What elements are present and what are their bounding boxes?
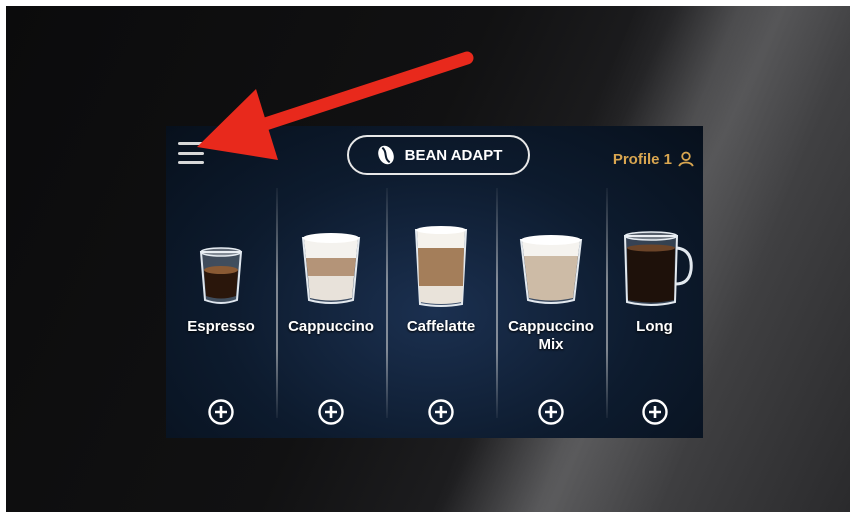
drink-item-cappuccino[interactable]: Cappuccino — [276, 188, 386, 438]
drink-item-long[interactable]: Long — [606, 188, 703, 438]
drink-item-caffelatte[interactable]: Caffelatte — [386, 188, 496, 438]
caffelatte-glass-icon — [414, 226, 468, 307]
bean-adapt-label: BEAN ADAPT — [404, 146, 503, 164]
long-coffee-mug-icon — [623, 231, 693, 306]
menu-line — [178, 161, 204, 164]
photo-background: BEAN ADAPT Profile 1 Espresso Cappuccino… — [6, 6, 850, 512]
espresso-cup-icon — [199, 247, 243, 304]
hamburger-menu-icon[interactable] — [178, 142, 204, 164]
drink-label: Caffelatte — [406, 318, 476, 335]
plus-circle-icon[interactable] — [641, 398, 669, 426]
cappuccino-mix-cup-icon — [519, 235, 583, 304]
drink-label: Cappuccino Mix — [508, 318, 594, 353]
plus-circle-icon[interactable] — [427, 398, 455, 426]
bean-adapt-button[interactable]: BEAN ADAPT — [347, 135, 530, 175]
cappuccino-cup-icon — [301, 233, 361, 304]
column-divider — [606, 188, 608, 418]
profile-selector[interactable]: Profile 1 — [613, 150, 695, 168]
drink-item-espresso[interactable]: Espresso — [166, 188, 276, 438]
drink-label: Espresso — [187, 318, 255, 335]
user-icon — [678, 151, 694, 167]
drink-label: Long — [636, 318, 673, 335]
coffee-bean-icon — [377, 145, 394, 165]
drink-item-cappuccino-mix[interactable]: Cappuccino Mix — [496, 188, 606, 438]
plus-circle-icon[interactable] — [537, 398, 565, 426]
drink-list: Espresso Cappuccino Caffelatte Cappuccin… — [166, 188, 703, 438]
plus-circle-icon[interactable] — [207, 398, 235, 426]
column-divider — [276, 188, 278, 418]
profile-label: Profile 1 — [612, 150, 672, 168]
coffee-machine-screen: BEAN ADAPT Profile 1 Espresso Cappuccino… — [166, 126, 703, 438]
drink-label: Cappuccino — [288, 318, 374, 335]
plus-circle-icon[interactable] — [317, 398, 345, 426]
menu-line — [178, 151, 204, 155]
menu-line — [178, 142, 204, 145]
column-divider — [386, 188, 388, 418]
top-bar: BEAN ADAPT Profile 1 — [166, 126, 703, 186]
column-divider — [496, 188, 498, 418]
